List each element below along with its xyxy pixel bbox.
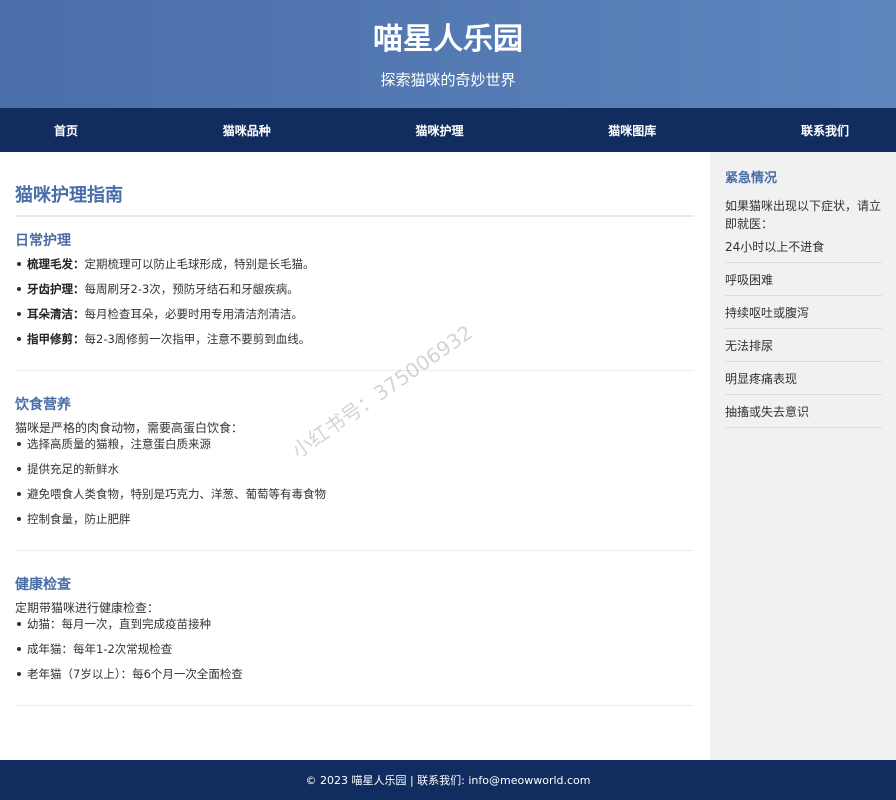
list-item: 指甲修剪：每2-3周修剪一次指甲，注意不要剪到血线。 xyxy=(15,331,694,347)
list-item: 牙齿护理：每周刷牙2-3次，预防牙结石和牙龈疾病。 xyxy=(15,281,694,297)
section-title-daily-care: 日常护理 xyxy=(15,233,71,249)
diet-list: 选择高质量的猫粮，注意蛋白质来源 提供充足的新鲜水 避免喂食人类食物，特别是巧克… xyxy=(15,436,694,527)
section-daily-care: 日常护理 梳理毛发：定期梳理可以防止毛球形成，特别是长毛猫。 牙齿护理：每周刷牙… xyxy=(15,217,694,371)
list-item-label: 梳理毛发： xyxy=(27,257,85,271)
section-intro-diet: 猫咪是严格的肉食动物，需要高蛋白饮食： xyxy=(15,421,244,435)
page-title: 猫咪护理指南 xyxy=(15,184,694,217)
nav-link-care[interactable]: 猫咪护理 xyxy=(415,122,463,139)
nav-link-home[interactable]: 首页 xyxy=(54,122,78,139)
list-item-label: 指甲修剪： xyxy=(27,332,85,346)
symptom-item: 明显疼痛表现 xyxy=(725,371,882,395)
site-footer: © 2023 喵星人乐园 | 联系我们: info@meowworld.com xyxy=(0,760,896,800)
sidebar-title: 紧急情况 xyxy=(725,171,778,186)
list-item: 耳朵清洁：每月检查耳朵，必要时用专用清洁剂清洁。 xyxy=(15,306,694,322)
list-item: 提供充足的新鲜水 xyxy=(15,461,694,477)
main-content: 猫咪护理指南 日常护理 梳理毛发：定期梳理可以防止毛球形成，特别是长毛猫。 牙齿… xyxy=(0,152,710,760)
health-list: 幼猫：每月一次，直到完成疫苗接种 成年猫：每年1-2次常规检查 老年猫（7岁以上… xyxy=(15,616,694,682)
list-item: 老年猫（7岁以上）：每6个月一次全面检查 xyxy=(15,666,694,682)
symptom-item: 无法排尿 xyxy=(725,338,882,362)
list-item-text: 每月检查耳朵，必要时用专用清洁剂清洁。 xyxy=(84,307,304,321)
list-item: 控制食量，防止肥胖 xyxy=(15,511,694,527)
list-item: 梳理毛发：定期梳理可以防止毛球形成，特别是长毛猫。 xyxy=(15,256,694,272)
site-header: 喵星人乐园 探索猫咪的奇妙世界 xyxy=(0,0,896,108)
symptom-item: 呼吸困难 xyxy=(725,272,882,296)
list-item-text: 每周刷牙2-3次，预防牙结石和牙龈疾病。 xyxy=(84,282,299,296)
site-title: 喵星人乐园 xyxy=(373,22,523,57)
list-item: 选择高质量的猫粮，注意蛋白质来源 xyxy=(15,436,694,452)
daily-care-list: 梳理毛发：定期梳理可以防止毛球形成，特别是长毛猫。 牙齿护理：每周刷牙2-3次，… xyxy=(15,256,694,347)
section-intro-health: 定期带猫咪进行健康检查： xyxy=(15,601,160,615)
symptom-item: 24小时以上不进食 xyxy=(725,239,882,263)
site-subtitle: 探索猫咪的奇妙世界 xyxy=(380,71,516,89)
sidebar-emergency: 紧急情况 如果猫咪出现以下症状，请立即就医： 24小时以上不进食 呼吸困难 持续… xyxy=(710,152,896,760)
section-title-health: 健康检查 xyxy=(15,577,71,593)
list-item-label: 牙齿护理： xyxy=(27,282,85,296)
page-layout: 猫咪护理指南 日常护理 梳理毛发：定期梳理可以防止毛球形成，特别是长毛猫。 牙齿… xyxy=(0,152,896,760)
nav-link-contact[interactable]: 联系我们 xyxy=(801,122,849,139)
list-item: 避免喂食人类食物，特别是巧克力、洋葱、葡萄等有毒食物 xyxy=(15,486,694,502)
list-item-text: 定期梳理可以防止毛球形成，特别是长毛猫。 xyxy=(84,257,315,271)
list-item: 成年猫：每年1-2次常规检查 xyxy=(15,641,694,657)
footer-text: © 2023 喵星人乐园 | 联系我们: info@meowworld.com xyxy=(305,774,591,787)
list-item-text: 每2-3周修剪一次指甲，注意不要剪到血线。 xyxy=(84,332,311,346)
nav-link-breeds[interactable]: 猫咪品种 xyxy=(223,122,271,139)
list-item: 幼猫：每月一次，直到完成疫苗接种 xyxy=(15,616,694,632)
list-item-label: 耳朵清洁： xyxy=(27,307,85,321)
symptom-item: 持续呕吐或腹泻 xyxy=(725,305,882,329)
section-title-diet: 饮食营养 xyxy=(15,397,71,413)
sidebar-intro: 如果猫咪出现以下症状，请立即就医： xyxy=(725,199,882,231)
symptom-item: 抽搐或失去意识 xyxy=(725,404,882,428)
main-nav: 首页 猫咪品种 猫咪护理 猫咪图库 联系我们 xyxy=(0,108,896,152)
section-health: 健康检查 定期带猫咪进行健康检查： 幼猫：每月一次，直到完成疫苗接种 成年猫：每… xyxy=(15,551,694,706)
nav-link-gallery[interactable]: 猫咪图库 xyxy=(608,122,656,139)
section-diet: 饮食营养 猫咪是严格的肉食动物，需要高蛋白饮食： 选择高质量的猫粮，注意蛋白质来… xyxy=(15,371,694,551)
